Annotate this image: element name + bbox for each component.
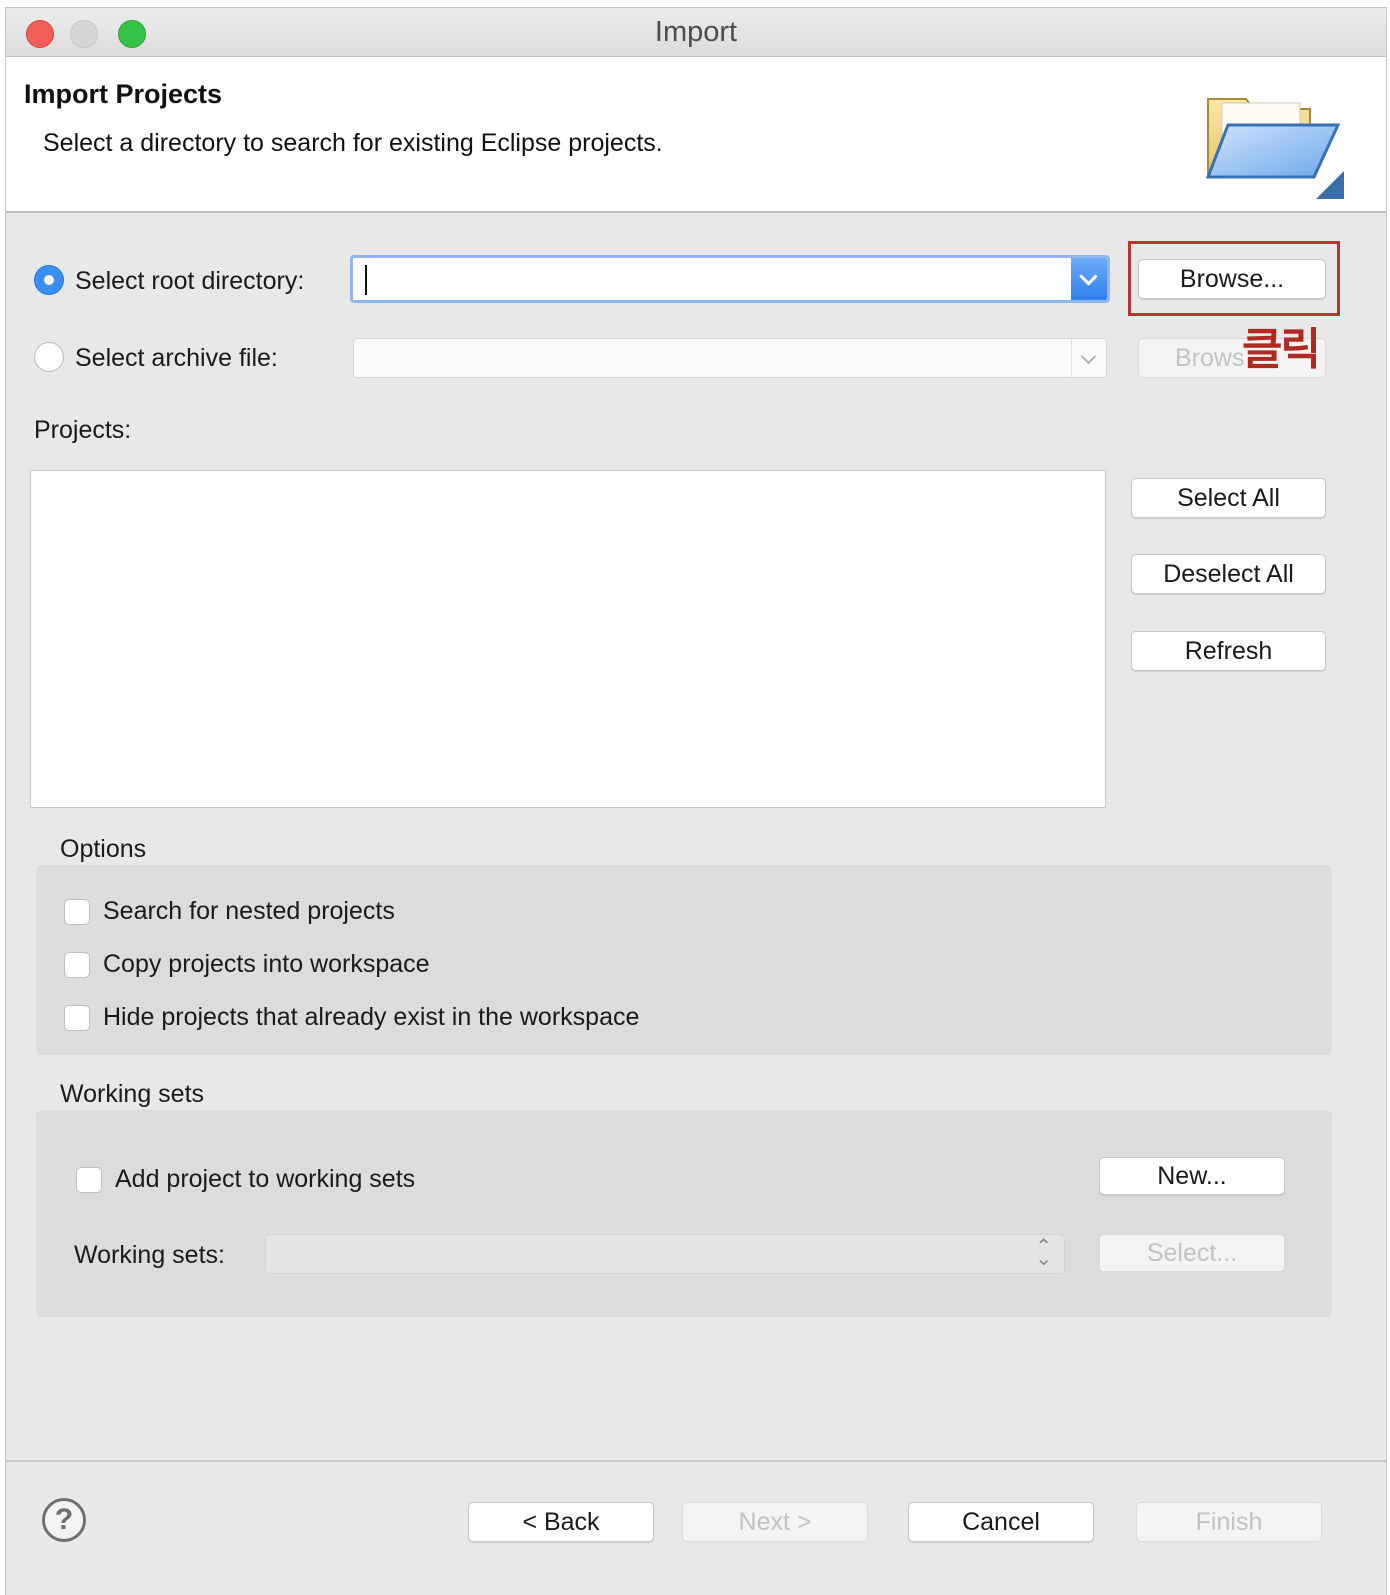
back-button[interactable]: < Back: [468, 1502, 654, 1542]
new-working-set-button[interactable]: New...: [1099, 1157, 1285, 1195]
import-dialog: Import Import Projects Select a director…: [6, 8, 1386, 1595]
annotation-highlight-box: [1128, 241, 1340, 316]
help-icon[interactable]: ?: [42, 1498, 86, 1542]
chevron-down-icon: [1079, 267, 1098, 286]
root-directory-dropdown-button[interactable]: [1071, 258, 1107, 300]
page-title: Import Projects: [24, 79, 223, 109]
root-directory-combo[interactable]: [350, 255, 1110, 303]
archive-file-combo[interactable]: [353, 338, 1107, 378]
copy-projects-checkbox[interactable]: [64, 952, 90, 978]
copy-projects-label: Copy projects into workspace: [103, 950, 430, 978]
search-nested-projects-label: Search for nested projects: [103, 897, 395, 925]
footer-separator: [6, 1460, 1386, 1462]
cancel-button[interactable]: Cancel: [908, 1502, 1094, 1542]
annotation-click-text: 클릭: [1242, 324, 1321, 375]
open-folder-icon: [1194, 81, 1354, 203]
finish-button[interactable]: Finish: [1136, 1502, 1322, 1542]
options-group-label: Options: [60, 835, 147, 863]
select-working-sets-button[interactable]: Select...: [1099, 1234, 1285, 1272]
refresh-button[interactable]: Refresh: [1131, 631, 1326, 671]
working-sets-field-label: Working sets:: [74, 1241, 225, 1269]
chevron-down-icon: [1080, 348, 1097, 365]
options-group: Search for nested projects Copy projects…: [36, 865, 1332, 1055]
up-down-arrows-icon: ⌃ ⌄: [1035, 1236, 1052, 1270]
window-title: Import: [654, 16, 738, 48]
archive-file-dropdown-button[interactable]: [1071, 339, 1106, 377]
working-sets-group: Add project to working sets New... Worki…: [36, 1110, 1332, 1317]
select-archive-file-label: Select archive file:: [75, 344, 278, 372]
hide-existing-projects-checkbox[interactable]: [64, 1005, 90, 1031]
search-nested-projects-checkbox[interactable]: [64, 899, 90, 925]
select-root-directory-label: Select root directory:: [75, 267, 305, 295]
deselect-all-button[interactable]: Deselect All: [1131, 554, 1326, 594]
select-archive-file-radio[interactable]: [34, 342, 64, 372]
select-all-button[interactable]: Select All: [1131, 478, 1326, 518]
text-cursor: [365, 265, 367, 295]
browse-archive-label: Brows: [1175, 344, 1245, 372]
projects-label: Projects:: [34, 416, 132, 444]
page-description: Select a directory to search for existin…: [43, 129, 663, 157]
add-to-working-sets-checkbox[interactable]: [76, 1167, 102, 1193]
working-sets-group-label: Working sets: [60, 1080, 205, 1108]
next-button[interactable]: Next >: [682, 1502, 868, 1542]
add-to-working-sets-label: Add project to working sets: [115, 1165, 416, 1193]
projects-list[interactable]: [30, 470, 1106, 808]
hide-existing-projects-label: Hide projects that already exist in the …: [103, 1003, 640, 1031]
wizard-header: Import Projects Select a directory to se…: [6, 57, 1386, 213]
working-sets-select[interactable]: ⌃ ⌄: [265, 1234, 1065, 1274]
select-root-directory-radio[interactable]: [34, 265, 64, 295]
title-bar: Import: [6, 8, 1386, 57]
